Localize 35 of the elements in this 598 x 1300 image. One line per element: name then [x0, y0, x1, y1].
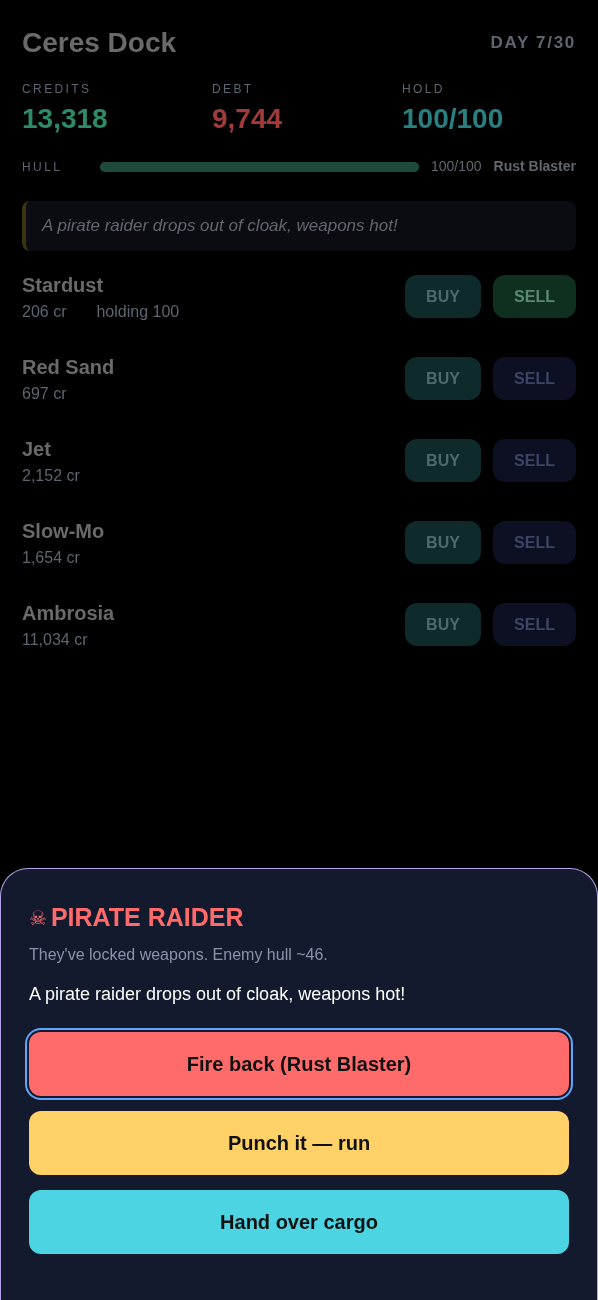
buy-button[interactable]: BUY — [405, 521, 481, 564]
hull-label: HULL — [22, 158, 64, 176]
good-name: Jet — [22, 436, 52, 462]
good-price: 11,034 cr — [22, 629, 88, 650]
good-name: Slow-Mo — [22, 518, 105, 544]
holding-count: holding 100 — [96, 301, 180, 322]
buy-button[interactable]: BUY — [405, 357, 481, 400]
stat-value: 100/100 — [402, 102, 505, 136]
stat-label: DEBT — [212, 81, 255, 98]
skull-icon: ☠ — [29, 902, 47, 933]
buy-button[interactable]: BUY — [405, 275, 481, 318]
stat-value: 9,744 — [212, 102, 284, 136]
buy-button[interactable]: BUY — [405, 603, 481, 646]
weapon-name: Rust Blaster — [493, 157, 576, 176]
good-name: Stardust — [22, 272, 105, 298]
dialog-subtitle: They've locked weapons. Enemy hull ~46. — [29, 944, 329, 965]
dock-title: Ceres Dock — [22, 26, 177, 60]
stat-label: CREDITS — [22, 81, 93, 98]
event-log: A pirate raider drops out of cloak, weapons hot! — [22, 201, 576, 251]
sell-button[interactable]: SELL — [493, 275, 576, 318]
good-name: Red Sand — [22, 354, 115, 380]
good-price: 697 cr — [22, 383, 67, 404]
buy-button[interactable]: BUY — [405, 439, 481, 482]
day-counter: DAY 7/30 — [490, 32, 576, 55]
good-price: 2,152 cr — [22, 465, 80, 486]
action-button[interactable]: Hand over cargo — [29, 1189, 569, 1254]
dialog-title: PIRATE RAIDER — [50, 902, 244, 933]
good-name: Ambrosia — [22, 600, 115, 626]
stat-value: 13,318 — [22, 102, 109, 136]
stat-label: HOLD — [402, 81, 446, 98]
good-price: 206 cr — [22, 301, 67, 322]
good-price: 1,654 cr — [22, 547, 80, 568]
action-button[interactable]: Punch it — run — [29, 1110, 569, 1175]
dialog-message: A pirate raider drops out of cloak, weapons hot! — [29, 982, 407, 1006]
hull-reading: 100/100 — [430, 157, 482, 176]
